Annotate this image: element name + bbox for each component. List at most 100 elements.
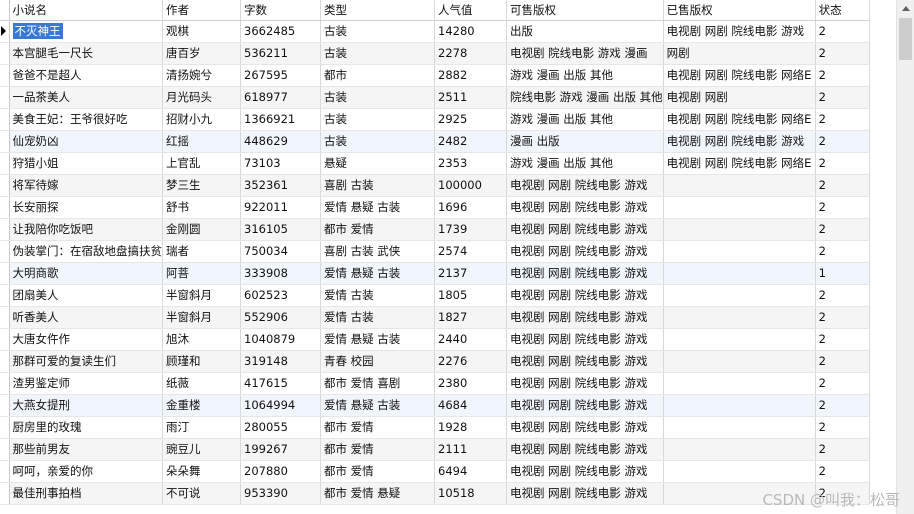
table-cell[interactable]: 雨汀 [162,416,241,439]
table-cell[interactable]: 199267 [240,438,321,461]
table-cell[interactable]: 电视剧 网剧 院线电影 游戏 [506,218,664,241]
table-cell[interactable]: 厨房里的玫瑰 [9,416,163,439]
table-cell[interactable]: 953390 [240,482,321,505]
table-cell[interactable]: 73103 [240,152,321,175]
row-header[interactable] [0,240,10,263]
table-cell[interactable]: 红摇 [162,130,241,153]
table-cell[interactable]: 750034 [240,240,321,263]
table-cell[interactable]: 游戏 漫画 出版 其他 [506,64,664,87]
table-cell[interactable]: 1064994 [240,394,321,417]
table-cell[interactable]: 都市 爱情 [320,416,435,439]
table-cell[interactable] [663,196,816,219]
table-cell[interactable]: 448629 [240,130,321,153]
table-row[interactable]: 呵呵，亲爱的你 朵朵舞 207880 都市 爱情 6494 电视剧 网剧 院线电影 游戏 2 [0,460,870,483]
table-cell[interactable]: 网剧 [663,42,816,65]
table-cell[interactable] [663,262,816,285]
table-cell[interactable]: 古装 [320,108,435,131]
table-cell[interactable]: 2 [815,438,870,461]
table-cell[interactable]: 1366921 [240,108,321,131]
row-header[interactable] [0,196,10,219]
table-cell[interactable]: 2 [815,108,870,131]
table-cell[interactable]: 2 [815,64,870,87]
table-cell[interactable]: 古装 [320,20,435,43]
table-cell[interactable]: 上官乱 [162,152,241,175]
table-cell[interactable]: 金刚圆 [162,218,241,241]
table-cell[interactable]: 古装 [320,86,435,109]
table-cell[interactable]: 都市 爱情 悬疑 [320,482,435,505]
row-header[interactable] [0,306,10,329]
table-cell[interactable]: 552906 [240,306,321,329]
table-cell[interactable]: 2 [815,130,870,153]
table-cell[interactable]: 2 [815,350,870,373]
table-cell[interactable]: 游戏 漫画 出版 其他 [506,152,664,175]
table-cell[interactable]: 爱情 悬疑 古装 [320,262,435,285]
table-cell[interactable]: 大明商歌 [9,262,163,285]
table-cell[interactable]: 漫画 出版 [506,130,664,153]
row-header[interactable] [0,394,10,417]
column-header[interactable]: 类型 [320,0,435,21]
column-header[interactable]: 字数 [240,0,321,21]
table-cell[interactable]: 2353 [434,152,507,175]
table-cell[interactable]: 最佳刑事拍档 [9,482,163,505]
table-cell[interactable]: 金重楼 [162,394,241,417]
table-cell[interactable]: 2 [815,218,870,241]
table-cell[interactable]: 豌豆儿 [162,438,241,461]
table-row[interactable]: 不灭神王 观棋 3662485 古装 14280 出版 电视剧 网剧 院线电影 游戏 2 [0,20,870,43]
table-row[interactable]: 伪装掌门：在宿敌地盘搞扶贫 瑞者 750034 喜剧 古装 武侠 2574 电视剧 网剧 … [0,240,870,263]
table-cell[interactable]: 电视剧 网剧 院线电影 游戏 [506,416,664,439]
table-cell[interactable]: 2 [815,328,870,351]
table-cell[interactable]: 电视剧 网剧 院线电影 游戏 [506,482,664,505]
table-row[interactable]: 那群可爱的复读生们 顾瑾和 319148 青春 校园 2276 电视剧 网剧 院线电影 游… [0,350,870,373]
table-cell[interactable]: 2 [815,240,870,263]
table-cell[interactable]: 电视剧 网剧 院线电影 游戏 [506,240,664,263]
table-cell[interactable]: 1805 [434,284,507,307]
table-cell[interactable]: 电视剧 网剧 院线电影 网络E [663,64,816,87]
table-row[interactable]: 一品茶美人 月光码头 618977 古装 2511 院线电影 游戏 漫画 出版 其他 电视剧… [0,86,870,109]
row-header[interactable] [0,262,10,285]
row-header[interactable] [0,218,10,241]
table-cell[interactable]: 2 [815,86,870,109]
table-cell[interactable]: 2511 [434,86,507,109]
table-cell[interactable]: 都市 爱情 喜剧 [320,372,435,395]
table-cell[interactable]: 那些前男友 [9,438,163,461]
table-cell[interactable]: 团扇美人 [9,284,163,307]
table-cell[interactable]: 朵朵舞 [162,460,241,483]
table-row[interactable]: 团扇美人 半窗斜月 602523 爱情 古装 1805 电视剧 网剧 院线电影 游戏 2 [0,284,870,307]
table-cell[interactable]: 爸爸不是超人 [9,64,163,87]
table-row[interactable]: 厨房里的玫瑰 雨汀 280055 都市 爱情 1928 电视剧 网剧 院线电影 游戏 2 [0,416,870,439]
table-cell[interactable]: 渣男鉴定师 [9,372,163,395]
data-grid[interactable]: 小说名 作者 字数 类型 人气值 可售版权 已售版权 状态 不灭神王 观棋 3662… [0,0,896,514]
table-row[interactable]: 长安丽探 舒书 922011 爱情 悬疑 古装 1696 电视剧 网剧 院线电影 游戏 2 [0,196,870,219]
table-cell[interactable]: 电视剧 网剧 院线电影 游戏 [506,438,664,461]
table-cell[interactable]: 2 [815,152,870,175]
table-cell[interactable]: 2 [815,174,870,197]
table-cell[interactable]: 207880 [240,460,321,483]
row-header[interactable] [0,460,10,483]
table-cell[interactable]: 一品茶美人 [9,86,163,109]
table-cell[interactable]: 喜剧 古装 武侠 [320,240,435,263]
table-cell[interactable]: 本宫腿毛一尺长 [9,42,163,65]
row-header[interactable] [0,152,10,175]
table-cell[interactable]: 1 [815,262,870,285]
table-cell[interactable]: 古装 [320,42,435,65]
row-header[interactable] [0,130,10,153]
table-cell[interactable]: 让我陪你吃饭吧 [9,218,163,241]
table-cell[interactable]: 536211 [240,42,321,65]
row-header[interactable] [0,174,10,197]
table-cell[interactable]: 2925 [434,108,507,131]
table-cell[interactable]: 瑞者 [162,240,241,263]
table-row[interactable]: 大明商歌 阿菩 333908 爱情 悬疑 古装 2137 电视剧 网剧 院线电影 游戏 1 [0,262,870,285]
table-cell[interactable]: 古装 [320,130,435,153]
table-row[interactable]: 渣男鉴定师 纸薇 417615 都市 爱情 喜剧 2380 电视剧 网剧 院线电影 游戏 2 [0,372,870,395]
table-cell[interactable] [663,416,816,439]
table-cell[interactable]: 电视剧 网剧 院线电影 游戏 [506,350,664,373]
table-cell[interactable]: 电视剧 网剧 院线电影 游戏 [506,328,664,351]
table-cell[interactable] [663,174,816,197]
table-cell[interactable]: 电视剧 网剧 院线电影 游戏 [506,372,664,395]
table-cell[interactable]: 602523 [240,284,321,307]
table-cell[interactable]: 2 [815,394,870,417]
table-cell[interactable]: 观棋 [162,20,241,43]
row-header[interactable] [0,350,10,373]
column-header[interactable]: 状态 [815,0,870,21]
table-cell[interactable] [663,218,816,241]
